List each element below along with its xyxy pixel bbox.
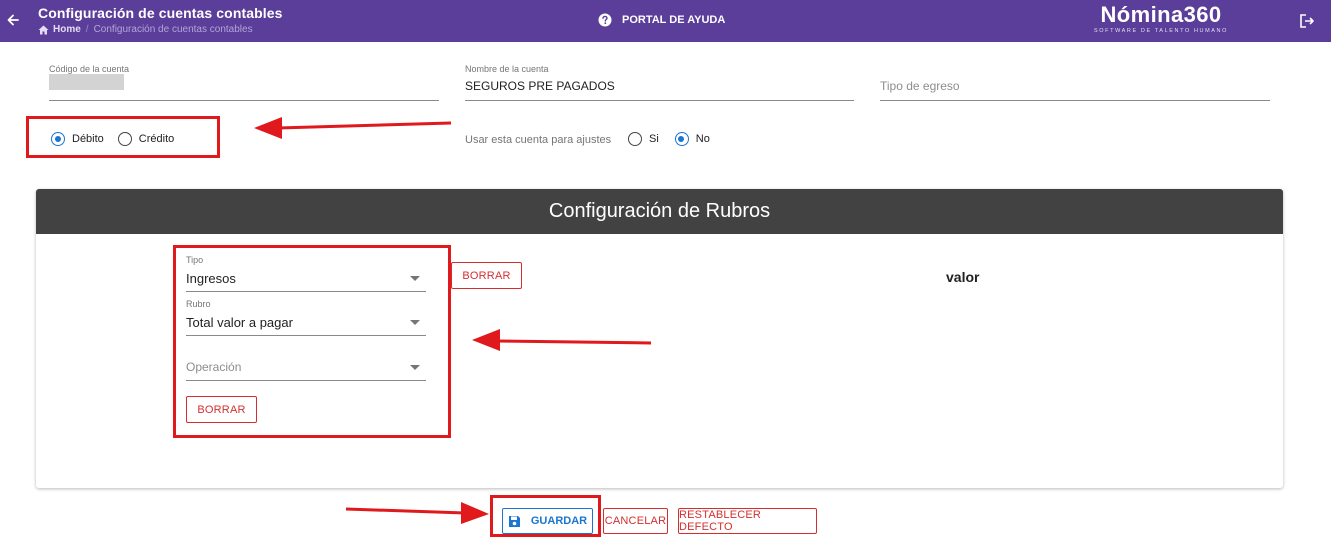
back-button[interactable] — [4, 9, 22, 31]
nombre-cuenta-field[interactable]: Nombre de la cuenta SEGUROS PRE PAGADOS — [465, 62, 854, 101]
ajustes-si-label[interactable]: Si — [649, 133, 659, 145]
breadcrumb-current: Configuración de cuentas contables — [93, 24, 253, 35]
nombre-cuenta-label: Nombre de la cuenta — [465, 64, 549, 74]
borrar-rubro-button[interactable]: BORRAR — [451, 262, 522, 289]
page-title: Configuración de cuentas contables — [38, 5, 283, 21]
logo-text: Nómina360 — [1100, 2, 1222, 27]
tipo-egreso-field[interactable]: Tipo de egreso — [880, 62, 1270, 101]
arrow-left-icon — [7, 14, 19, 26]
ajustes-no-radio[interactable] — [674, 132, 689, 146]
restablecer-defecto-button[interactable]: RESTABLECER DEFECTO — [678, 508, 817, 534]
nomina360-logo: Nómina360 SOFTWARE DE TALENTO HUMANO — [1088, 3, 1234, 35]
ajustes-si-radio[interactable] — [628, 132, 642, 146]
help-portal-label: PORTAL DE AYUDA — [622, 14, 726, 26]
logo-tagline: SOFTWARE DE TALENTO HUMANO — [1094, 28, 1228, 34]
logout-icon — [1300, 14, 1314, 28]
ajustes-label: Usar esta cuenta para ajustes — [465, 134, 612, 146]
annotation-arrow — [345, 502, 489, 524]
rubros-card-header: Configuración de Rubros — [36, 189, 1283, 234]
tipo-egreso-placeholder: Tipo de egreso — [880, 79, 960, 93]
top-bar: Configuración de cuentas contables Home … — [0, 0, 1331, 42]
ajustes-no-label[interactable]: No — [696, 133, 710, 145]
breadcrumb-separator: / — [85, 24, 89, 35]
codigo-cuenta-field[interactable]: Código de la cuenta — [49, 62, 439, 101]
home-icon — [38, 25, 49, 34]
nombre-cuenta-value: SEGUROS PRE PAGADOS — [465, 79, 615, 93]
logout-button[interactable] — [1298, 12, 1316, 30]
annotation-arrow — [254, 117, 452, 139]
page: Configuración de cuentas contables Home … — [0, 0, 1331, 538]
breadcrumb: Home / Configuración de cuentas contable… — [38, 24, 253, 35]
help-portal-link[interactable]: PORTAL DE AYUDA — [598, 13, 725, 27]
cancelar-button[interactable]: CANCELAR — [603, 508, 668, 534]
breadcrumb-home-label: Home — [53, 24, 81, 35]
annotation-box-naturaleza — [26, 116, 220, 158]
breadcrumb-home-link[interactable]: Home — [38, 24, 81, 35]
valor-label: valor — [946, 269, 980, 285]
annotation-box-rubros — [173, 245, 451, 438]
codigo-cuenta-redacted-value — [49, 74, 124, 90]
help-circle-icon — [598, 13, 612, 27]
codigo-cuenta-label: Código de la cuenta — [49, 64, 130, 74]
ajustes-radio-group: Si No — [628, 132, 724, 146]
annotation-box-guardar — [490, 495, 601, 537]
